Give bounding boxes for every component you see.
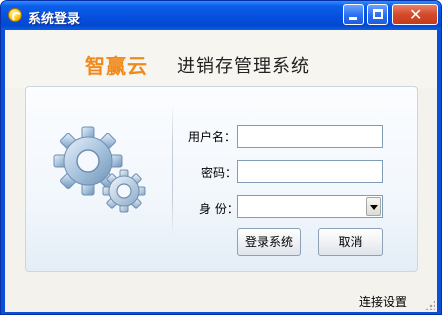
username-label: 用户名： <box>188 130 237 144</box>
app-icon <box>8 8 22 22</box>
cancel-button[interactable]: 取消 <box>318 228 383 256</box>
username-input[interactable] <box>237 125 383 148</box>
header: 智赢云 进销存管理系统 <box>5 30 437 88</box>
password-input[interactable] <box>237 160 383 183</box>
brand-name: 智赢云 <box>85 54 148 78</box>
gears-icon <box>53 126 146 213</box>
dropdown-arrow-icon[interactable] <box>366 197 381 216</box>
login-button[interactable]: 登录系统 <box>237 228 301 256</box>
resize-grip[interactable] <box>425 300 435 310</box>
minimize-icon <box>349 17 357 20</box>
maximize-icon <box>373 9 383 19</box>
maximize-button[interactable] <box>367 4 388 25</box>
connection-settings-link[interactable]: 连接设置 <box>359 293 407 310</box>
close-button[interactable]: ✕ <box>392 4 438 25</box>
close-icon: ✕ <box>409 5 423 24</box>
window-client-area: 智赢云 进销存管理系统 用户名： 密码： 身 份： 登录系统 取消 连接设置 <box>5 30 437 312</box>
password-label: 密码： <box>201 166 238 180</box>
minimize-button[interactable] <box>343 4 364 25</box>
brand-logo: 智赢云 <box>85 50 148 78</box>
login-window: 系统登录 ✕ 智赢云 进销存管理系统 用户名： 密码： 身 份： 登录系统 取消… <box>0 0 442 315</box>
divider <box>172 107 173 237</box>
role-select[interactable] <box>237 195 383 218</box>
window-title: 系统登录 <box>28 12 81 27</box>
role-label: 身 份： <box>199 202 239 216</box>
system-title: 进销存管理系统 <box>177 56 310 77</box>
title-bar[interactable]: 系统登录 ✕ <box>1 1 441 30</box>
